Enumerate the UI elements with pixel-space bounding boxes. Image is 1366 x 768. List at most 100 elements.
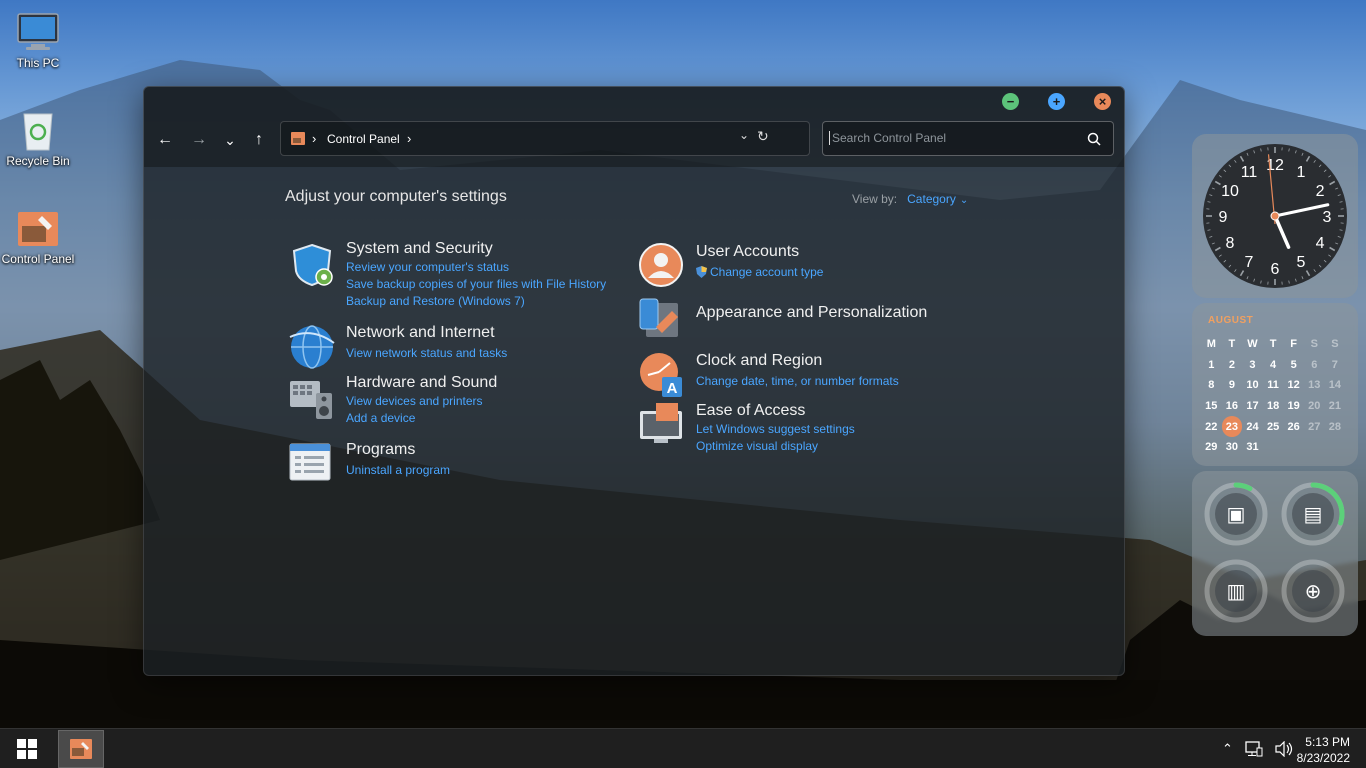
chevron-down-icon[interactable]: ⌄ <box>960 195 968 206</box>
search-input[interactable] <box>829 131 1079 145</box>
category-link-text: Change account type <box>710 265 824 279</box>
calendar-day[interactable]: 12 <box>1283 375 1304 396</box>
breadcrumb-control-panel[interactable]: Control Panel <box>327 132 400 146</box>
category-title[interactable]: Ease of Access <box>696 401 855 421</box>
calendar-weekday: M <box>1206 338 1216 351</box>
desktop-icon-recycle-bin[interactable]: Recycle Bin <box>0 108 76 168</box>
address-bar[interactable]: › Control Panel › ⌄ ↻ <box>280 121 810 156</box>
calendar-month: AUGUST <box>1208 315 1254 326</box>
calendar-day[interactable]: 6 <box>1304 355 1325 376</box>
calendar-day[interactable]: 15 <box>1201 396 1222 417</box>
calendar-day[interactable]: 9 <box>1222 375 1243 396</box>
address-dropdown-icon[interactable]: ⌄ <box>739 128 749 142</box>
category-link[interactable]: Optimize visual display <box>696 438 855 455</box>
calendar-day[interactable]: 25 <box>1263 416 1284 437</box>
chevron-up-icon[interactable]: ⌃ <box>1222 741 1233 757</box>
up-button[interactable]: ↑ <box>248 129 270 151</box>
clock-center <box>1270 211 1280 221</box>
minimize-icon: − <box>1006 94 1015 109</box>
analog-clock: 12 1234567891011 <box>1203 144 1347 288</box>
category-network-and-internet: Network and Internet View network status… <box>289 323 507 369</box>
clock-region-icon: A <box>640 353 682 397</box>
calendar-day[interactable]: 31 <box>1242 437 1263 458</box>
volume-icon[interactable] <box>1275 741 1293 757</box>
calendar-weekday: W <box>1247 338 1258 351</box>
calendar-day[interactable]: 16 <box>1222 396 1243 417</box>
calendar-day[interactable]: 5 <box>1283 355 1304 376</box>
category-link[interactable]: Backup and Restore (Windows 7) <box>346 293 606 310</box>
category-link[interactable]: Change date, time, or number formats <box>696 373 899 390</box>
search-box[interactable] <box>822 121 1114 156</box>
category-title[interactable]: User Accounts <box>696 242 823 262</box>
calendar-weekday: F <box>1290 338 1298 351</box>
calendar-day[interactable]: 3 <box>1242 355 1263 376</box>
category-link[interactable]: View devices and printers <box>346 393 497 410</box>
control-panel-window: − + × ← → ⌄ ↑ › Control Panel › ⌄ ↻ Adju… <box>143 86 1125 676</box>
calendar-day[interactable]: 26 <box>1283 416 1304 437</box>
calendar-day[interactable]: 7 <box>1325 355 1346 376</box>
clock-number: 6 <box>1271 261 1280 278</box>
category-link[interactable]: Let Windows suggest settings <box>696 421 855 438</box>
calendar-day[interactable]: 2 <box>1222 355 1243 376</box>
calendar-day[interactable]: 19 <box>1283 396 1304 417</box>
category-link[interactable]: Review your computer's status <box>346 259 606 276</box>
calendar-day[interactable]: 10 <box>1242 375 1263 396</box>
calendar-day[interactable]: 21 <box>1325 396 1346 417</box>
category-link[interactable]: Add a device <box>346 410 497 427</box>
calendar-day[interactable]: 14 <box>1325 375 1346 396</box>
category-clock-and-region: A Clock and Region Change date, time, or… <box>640 351 899 397</box>
calendar-day[interactable]: 22 <box>1201 416 1222 437</box>
shield-icon <box>292 243 333 287</box>
search-icon[interactable] <box>1087 132 1101 146</box>
back-button[interactable]: ← <box>154 129 176 151</box>
calendar-day[interactable]: 27 <box>1304 416 1325 437</box>
calendar-day[interactable]: 30 <box>1222 437 1243 458</box>
calendar-day[interactable]: 29 <box>1201 437 1222 458</box>
calendar-day[interactable]: 24 <box>1242 416 1263 437</box>
calendar-day[interactable]: 18 <box>1263 396 1284 417</box>
clock-number: 7 <box>1245 254 1254 271</box>
desktop-icon-label: Control Panel <box>1 252 75 266</box>
minimize-button[interactable]: − <box>1002 93 1019 110</box>
category-title[interactable]: Network and Internet <box>346 323 507 343</box>
view-by-dropdown[interactable]: Category <box>907 192 956 206</box>
category-ease-of-access: Ease of Access Let Windows suggest setti… <box>640 401 855 455</box>
category-link[interactable]: View network status and tasks <box>346 345 507 362</box>
calendar-day[interactable]: 1 <box>1201 355 1222 376</box>
calendar-day[interactable]: 17 <box>1242 396 1263 417</box>
network-icon[interactable] <box>1245 741 1263 757</box>
cpu-ring-fill <box>1233 482 1253 492</box>
category-title[interactable]: Clock and Region <box>696 351 899 371</box>
category-title[interactable]: Hardware and Sound <box>346 373 497 393</box>
taskbar-control-panel-button[interactable] <box>58 730 104 768</box>
category-link[interactable]: Change account type <box>696 264 823 281</box>
category-title[interactable]: System and Security <box>346 239 606 259</box>
recent-locations-button[interactable]: ⌄ <box>219 129 241 151</box>
calendar-weekday: T <box>1269 338 1277 351</box>
control-panel-icon <box>70 739 92 759</box>
category-title[interactable]: Programs <box>346 440 450 460</box>
desktop-icon-control-panel[interactable]: Control Panel <box>0 210 76 266</box>
start-button[interactable] <box>17 739 37 759</box>
category-title[interactable]: Appearance and Personalization <box>696 303 927 323</box>
calendar-day[interactable]: 28 <box>1325 416 1346 437</box>
category-link[interactable]: Save backup copies of your files with Fi… <box>346 276 606 293</box>
clock-tray[interactable]: 5:13 PM 8/23/2022 <box>1297 734 1350 766</box>
forward-button[interactable]: → <box>188 129 210 151</box>
calendar-day[interactable]: 8 <box>1201 375 1222 396</box>
close-button[interactable]: × <box>1094 93 1111 110</box>
ease-of-access-icon <box>640 403 682 443</box>
calendar-day[interactable]: 20 <box>1304 396 1325 417</box>
cpu-icon: ▣ <box>1227 502 1246 526</box>
calendar-day[interactable]: 4 <box>1263 355 1284 376</box>
calendar-day[interactable]: 23 <box>1221 416 1243 437</box>
maximize-button[interactable]: + <box>1048 93 1065 110</box>
category-link[interactable]: Uninstall a program <box>346 462 450 479</box>
refresh-icon[interactable]: ↻ <box>757 128 769 145</box>
calendar-day[interactable]: 13 <box>1304 375 1325 396</box>
calendar-empty <box>1304 437 1325 458</box>
desktop-icon-this-pc[interactable]: This PC <box>0 12 76 70</box>
category-appearance-and-personalization: Appearance and Personalization <box>639 298 927 337</box>
breadcrumb-chevron-icon[interactable]: › <box>407 131 411 146</box>
calendar-day[interactable]: 11 <box>1263 375 1284 396</box>
